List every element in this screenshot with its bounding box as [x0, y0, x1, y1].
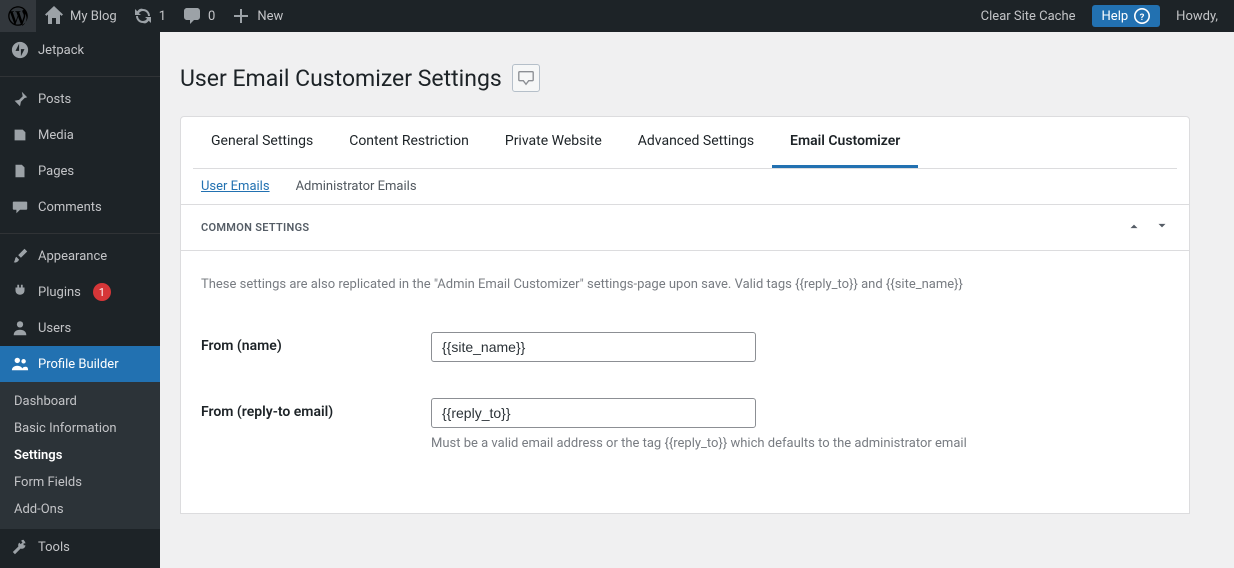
profile-builder-submenu: Dashboard Basic Information Settings For…	[0, 382, 160, 529]
sidebar-item-label: Tools	[38, 540, 70, 555]
updates-link[interactable]: 1	[125, 0, 174, 32]
subtab-admin-emails[interactable]: Administrator Emails	[296, 179, 417, 194]
sidebar-item-label: Media	[38, 128, 74, 143]
tab-general[interactable]: General Settings	[193, 117, 331, 168]
sidebar-item-comments[interactable]: Comments	[0, 189, 160, 225]
sidebar-item-label: Profile Builder	[38, 357, 119, 372]
comment-icon	[182, 6, 202, 26]
from-reply-row: From (reply-to email) Must be a valid em…	[201, 398, 1169, 451]
common-settings-panel: Common Settings These settings are also …	[180, 205, 1190, 514]
site-name-link[interactable]: My Blog	[36, 0, 125, 32]
sidebar-item-label: Plugins	[38, 285, 81, 300]
home-icon	[44, 6, 64, 26]
sidebar-item-label: Appearance	[38, 249, 107, 264]
updates-count: 1	[159, 9, 166, 24]
wordpress-icon	[8, 6, 28, 26]
sidebar-item-jetpack[interactable]: Jetpack	[0, 32, 160, 68]
sidebar-item-profile-builder[interactable]: Profile Builder	[0, 346, 160, 382]
admin-sidebar: Jetpack Posts Media Pages Comments Appea…	[0, 32, 160, 568]
pin-icon	[10, 89, 30, 109]
subtab-user-emails[interactable]: User Emails	[201, 179, 270, 194]
from-name-input[interactable]	[431, 332, 756, 362]
sidebar-item-label: Jetpack	[38, 43, 84, 58]
submenu-dashboard[interactable]: Dashboard	[0, 388, 160, 415]
wp-logo[interactable]	[0, 0, 36, 32]
plugins-update-badge: 1	[93, 283, 111, 301]
from-name-label: From (name)	[201, 332, 431, 354]
new-label: New	[257, 9, 283, 24]
plug-icon	[10, 282, 30, 302]
admin-bar: My Blog 1 0 New Clear Site Cache Hel	[0, 0, 1234, 32]
tab-private-website[interactable]: Private Website	[487, 117, 620, 168]
sidebar-item-media[interactable]: Media	[0, 117, 160, 153]
clear-cache-link[interactable]: Clear Site Cache	[973, 0, 1084, 32]
submenu-addons[interactable]: Add-Ons	[0, 496, 160, 523]
from-reply-label: From (reply-to email)	[201, 398, 431, 420]
plus-icon	[231, 6, 251, 26]
chevron-down-icon[interactable]	[1155, 219, 1169, 236]
svg-text:?: ?	[1140, 12, 1145, 23]
comments-link[interactable]: 0	[174, 0, 223, 32]
sidebar-item-label: Users	[38, 321, 71, 336]
page-title-wrap: User Email Customizer Settings	[180, 64, 1190, 92]
pages-icon	[10, 161, 30, 181]
sidebar-item-plugins[interactable]: Plugins 1	[0, 274, 160, 310]
sidebar-item-tools[interactable]: Tools	[0, 529, 160, 565]
panel-description: These settings are also replicated in th…	[201, 277, 1169, 292]
profile-builder-icon	[10, 354, 30, 374]
sidebar-item-users[interactable]: Users	[0, 310, 160, 346]
menu-separator	[0, 72, 160, 77]
help-icon: ?	[1134, 8, 1150, 24]
user-icon	[10, 318, 30, 338]
submenu-basic-info[interactable]: Basic Information	[0, 415, 160, 442]
tab-advanced[interactable]: Advanced Settings	[620, 117, 772, 168]
settings-tabs: General Settings Content Restriction Pri…	[180, 116, 1190, 205]
help-button[interactable]: Help ?	[1084, 0, 1169, 32]
page-title: User Email Customizer Settings	[180, 65, 502, 92]
submenu-form-fields[interactable]: Form Fields	[0, 469, 160, 496]
sidebar-item-pages[interactable]: Pages	[0, 153, 160, 189]
docs-link[interactable]	[512, 64, 540, 92]
chevron-up-icon[interactable]	[1127, 219, 1141, 236]
sidebar-item-label: Posts	[38, 92, 71, 107]
wrench-icon	[10, 537, 30, 557]
speech-bubble-icon	[517, 69, 535, 87]
media-icon	[10, 125, 30, 145]
site-name: My Blog	[70, 9, 117, 24]
sidebar-item-appearance[interactable]: Appearance	[0, 238, 160, 274]
sidebar-item-label: Pages	[38, 164, 74, 179]
new-content-link[interactable]: New	[223, 0, 291, 32]
tab-content-restriction[interactable]: Content Restriction	[331, 117, 487, 168]
submenu-settings[interactable]: Settings	[0, 442, 160, 469]
howdy-link[interactable]: Howdy,	[1168, 0, 1226, 32]
sidebar-item-label: Comments	[38, 200, 102, 215]
comments-count: 0	[208, 9, 215, 24]
from-reply-input[interactable]	[431, 398, 756, 428]
sidebar-item-posts[interactable]: Posts	[0, 81, 160, 117]
update-icon	[133, 6, 153, 26]
comments-icon	[10, 197, 30, 217]
from-name-row: From (name)	[201, 332, 1169, 362]
from-reply-help: Must be a valid email address or the tag…	[431, 436, 1169, 451]
jetpack-icon	[10, 40, 30, 60]
panel-title: Common Settings	[201, 221, 309, 234]
main-content: User Email Customizer Settings General S…	[160, 32, 1210, 554]
brush-icon	[10, 246, 30, 266]
menu-separator	[0, 229, 160, 234]
tab-email-customizer[interactable]: Email Customizer	[772, 117, 918, 168]
panel-header[interactable]: Common Settings	[181, 205, 1189, 251]
